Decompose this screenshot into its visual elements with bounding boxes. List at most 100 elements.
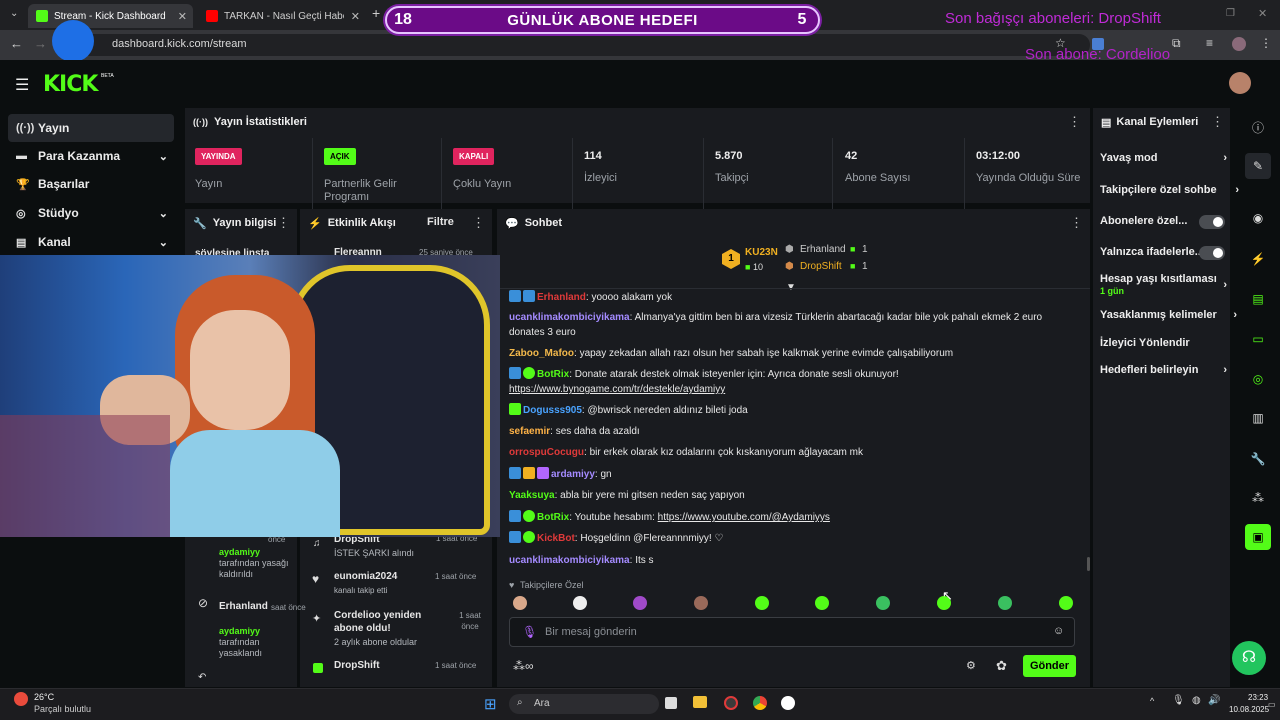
- notification-icon[interactable]: ▭: [1268, 700, 1276, 709]
- set-goals-item[interactable]: Hedefleri belirleyin ›: [1100, 364, 1227, 376]
- emoji-icon[interactable]: ☺: [1053, 625, 1064, 637]
- status-badge: KAPALI: [453, 148, 495, 165]
- user-avatar[interactable]: [1229, 72, 1251, 94]
- clock-date[interactable]: 10.08.2025: [1229, 705, 1269, 714]
- chat-username[interactable]: Erhanland: [537, 292, 586, 303]
- emote-icon[interactable]: [755, 596, 769, 610]
- chat-username[interactable]: ucanklimakombiciyikama: [509, 312, 630, 323]
- more-options-icon[interactable]: ⋮: [1070, 215, 1083, 231]
- chat-link[interactable]: https://www.youtube.com/@Aydamiyys: [658, 512, 830, 523]
- chat-username[interactable]: BotRix: [537, 512, 569, 523]
- file-explorer-icon[interactable]: [693, 696, 707, 708]
- wrench-icon[interactable]: 🔧: [1245, 446, 1271, 472]
- broadcast-icon[interactable]: ◎: [1245, 366, 1271, 392]
- chat-bubble-icon[interactable]: ▭: [1245, 326, 1271, 352]
- emote-icon[interactable]: [1059, 596, 1073, 610]
- chat-username[interactable]: ardamiyy: [551, 469, 595, 480]
- emote-icon[interactable]: [633, 596, 647, 610]
- edit-icon[interactable]: ✎: [1245, 153, 1271, 179]
- close-tab-icon[interactable]: ✕: [351, 10, 360, 23]
- close-window-icon[interactable]: ✕: [1258, 7, 1267, 20]
- profile-avatar[interactable]: [1232, 37, 1246, 51]
- capture-icon[interactable]: ◉: [1245, 205, 1271, 231]
- lightning-icon[interactable]: ⚡: [1245, 246, 1271, 272]
- chat-username[interactable]: orrospuCocugu: [509, 447, 584, 458]
- chrome-icon[interactable]: [753, 696, 767, 710]
- clock-time[interactable]: 23:23: [1248, 693, 1268, 702]
- nav-item-basarilar[interactable]: 🏆 Başarılar: [8, 170, 174, 198]
- tab-kick-dashboard[interactable]: Stream - Kick Dashboard ✕: [28, 4, 193, 28]
- bot-icon[interactable]: ✿: [996, 658, 1007, 674]
- gifter-name[interactable]: Erhanland: [800, 244, 846, 255]
- nav-item-studyo[interactable]: ◎ Stüdyo ⌄: [8, 199, 174, 227]
- app-icon[interactable]: [781, 696, 795, 710]
- chat-username[interactable]: BotRix: [537, 369, 569, 380]
- emote-icon[interactable]: [815, 596, 829, 610]
- settings-gear-icon[interactable]: ⚙: [966, 659, 976, 672]
- emote-icon[interactable]: [573, 596, 587, 610]
- chat-username[interactable]: Zaboo_Mafoo: [509, 348, 574, 359]
- support-chat-icon[interactable]: ☊: [1232, 641, 1266, 675]
- chat-link[interactable]: https://www.bynogame.com/tr/destekle/ayd…: [509, 384, 725, 395]
- microphone-icon[interactable]: 🎙: [522, 625, 537, 639]
- chevron-right-icon: ›: [1223, 364, 1227, 376]
- layers-icon[interactable]: ▥: [1245, 405, 1271, 431]
- weather-icon[interactable]: [14, 692, 28, 706]
- account-age-item[interactable]: Hesap yaşı kısıtlaması 1 gün ›: [1100, 273, 1227, 297]
- emote-icon[interactable]: [998, 596, 1012, 610]
- more-options-icon[interactable]: ⋮: [277, 215, 290, 231]
- emote-icon[interactable]: [876, 596, 890, 610]
- chat-input[interactable]: 🎙 Bir mesaj gönderin ☺: [509, 617, 1075, 647]
- kick-app-icon[interactable]: ▣: [1245, 524, 1271, 550]
- chat-username[interactable]: Yaaksuya: [509, 490, 555, 501]
- restore-window-icon[interactable]: ❐: [1226, 8, 1235, 19]
- windows-start-icon[interactable]: ⊞: [484, 695, 497, 713]
- extensions-icon[interactable]: ⧉: [1172, 36, 1181, 51]
- send-button[interactable]: Gönder: [1023, 655, 1076, 677]
- gifter-name[interactable]: DropShift: [800, 261, 842, 272]
- new-tab-icon[interactable]: +: [372, 5, 380, 21]
- browser-menu-icon[interactable]: ⋮: [1260, 36, 1272, 50]
- quick-actions-icon[interactable]: ⁂∞: [513, 659, 534, 673]
- chat-username[interactable]: ucanklimakombiciyikama: [509, 555, 630, 566]
- document-icon[interactable]: ▤: [1245, 286, 1271, 312]
- nav-item-para-kazanma[interactable]: ▬ Para Kazanma ⌄: [8, 142, 174, 170]
- tab-tarkan[interactable]: TARKAN - Nasıl Geçti Habersiz ✕: [198, 4, 366, 28]
- more-options-icon[interactable]: ⋮: [1068, 114, 1081, 130]
- kick-logo[interactable]: KICK: [43, 72, 98, 97]
- chat-username[interactable]: KickBot: [537, 533, 575, 544]
- emote-icon[interactable]: [694, 596, 708, 610]
- top-gifter-name[interactable]: KU23N: [745, 247, 778, 258]
- tab-list-icon[interactable]: ⌄: [10, 8, 18, 19]
- taskbar-search[interactable]: ⌕ Ara: [509, 694, 659, 714]
- filter-button[interactable]: Filtre: [427, 216, 454, 228]
- banned-words-item[interactable]: Yasaklanmış kelimeler ›: [1100, 309, 1237, 321]
- apps-icon[interactable]: ⁂: [1245, 485, 1271, 511]
- followers-only-item[interactable]: Takipçilere özel sohbe ›: [1100, 184, 1239, 196]
- beta-label: BETA: [101, 73, 114, 79]
- emote-icon[interactable]: [513, 596, 527, 610]
- network-icon[interactable]: ◍: [1192, 695, 1201, 706]
- more-options-icon[interactable]: ⋮: [472, 215, 485, 231]
- host-viewers-item[interactable]: İzleyici Yönlendir: [1100, 337, 1225, 349]
- task-view-icon[interactable]: [665, 697, 677, 709]
- back-icon[interactable]: ←: [10, 36, 23, 51]
- nav-item-kanal[interactable]: ▤ Kanal ⌄: [8, 228, 174, 256]
- close-tab-icon[interactable]: ✕: [178, 10, 187, 23]
- chat-username[interactable]: Dogusss905: [523, 405, 582, 416]
- sub-only-toggle[interactable]: [1199, 215, 1225, 229]
- info-icon[interactable]: ⓘ: [1245, 114, 1271, 140]
- reading-list-icon[interactable]: ≡: [1206, 36, 1213, 50]
- obs-icon[interactable]: [724, 696, 738, 710]
- emote-only-toggle[interactable]: [1199, 246, 1225, 260]
- chat-scrollbar[interactable]: [1087, 557, 1090, 571]
- more-options-icon[interactable]: ⋮: [1211, 114, 1224, 130]
- hamburger-menu-icon[interactable]: ☰: [15, 75, 29, 95]
- slow-mode-item[interactable]: Yavaş mod ›: [1100, 152, 1227, 164]
- volume-icon[interactable]: 🔊: [1208, 695, 1220, 706]
- forward-icon[interactable]: →: [34, 36, 47, 51]
- tray-chevron-icon[interactable]: ^: [1150, 696, 1154, 706]
- microphone-tray-icon[interactable]: 🎙: [1172, 695, 1185, 706]
- nav-item-yayin[interactable]: ((·)) Yayın: [8, 114, 174, 142]
- chat-username[interactable]: sefaemir: [509, 426, 550, 437]
